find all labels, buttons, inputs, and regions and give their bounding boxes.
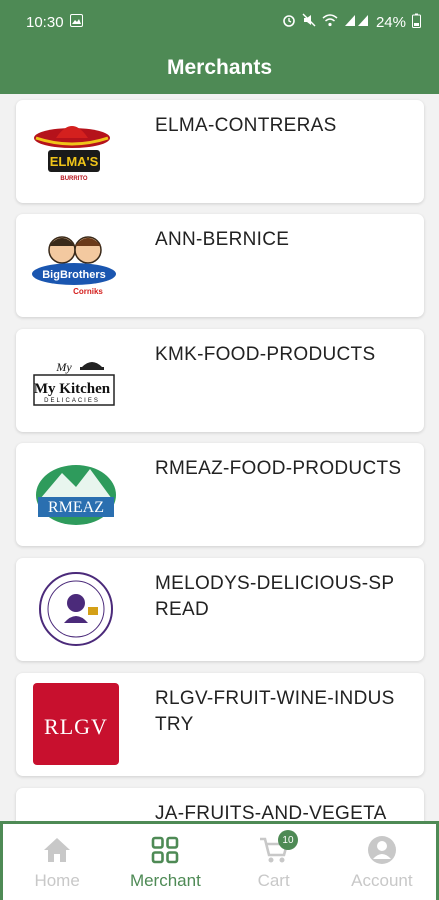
nav-account[interactable]: Account: [328, 824, 436, 900]
merchant-name: JA-FRUITS-AND-VEGETA: [155, 803, 387, 821]
merchant-logo: My My Kitchen DELICACIES: [26, 337, 126, 423]
merchant-card-kmk-food-products[interactable]: My My Kitchen DELICACIES KMK-FOOD-PRODUC…: [16, 329, 424, 432]
merchant-name: RMEAZ-FOOD-PRODUCTS: [155, 458, 402, 479]
merchant-card-melodys-delicious-spread[interactable]: MELODYS-DELICIOUS-SPREAD: [16, 558, 424, 661]
svg-text:Corniks: Corniks: [73, 287, 103, 296]
merchant-card-rlgv-fruit-wine-industry[interactable]: RLGV RLGV-FRUIT-WINE-INDUSTRY: [16, 673, 424, 776]
status-bar: 10:30 24%: [0, 0, 439, 44]
merchant-list[interactable]: ELMA'S BURRITO ELMA-CONTRERAS BigBrother…: [0, 94, 439, 821]
merchant-card-rmeaz-food-products[interactable]: RMEAZ RMEAZ-FOOD-PRODUCTS: [16, 443, 424, 546]
nav-label: Merchant: [129, 871, 201, 890]
svg-text:My: My: [55, 360, 72, 374]
merchant-name: RLGV-FRUIT-WINE-INDUSTRY: [155, 688, 395, 735]
svg-text:DELICACIES: DELICACIES: [44, 398, 100, 404]
image-icon: [69, 13, 83, 31]
merchant-logo: RLGV: [26, 681, 126, 767]
page-title: Merchants: [166, 56, 273, 79]
merchant-name: ELMA-CONTRERAS: [155, 115, 337, 136]
nav-cart[interactable]: 10 Cart: [220, 824, 328, 900]
nav-label: Account: [351, 871, 413, 890]
merchant-card-ann-bernice[interactable]: BigBrothers Corniks ANN-BERNICE: [16, 214, 424, 317]
wifi-icon: [322, 13, 338, 31]
svg-text:BURRITO: BURRITO: [60, 176, 88, 182]
merchant-card-elma-contreras[interactable]: ELMA'S BURRITO ELMA-CONTRERAS: [16, 100, 424, 203]
merchant-logo: [26, 796, 126, 821]
nav-home[interactable]: Home: [3, 824, 111, 900]
nav-label: Cart: [257, 871, 290, 890]
grid-icon: [151, 834, 179, 866]
alarm-icon: [282, 13, 296, 31]
nav-label: Home: [34, 871, 80, 890]
status-time: 10:30: [26, 13, 64, 31]
logo-text: ELMA'S: [50, 154, 99, 169]
merchant-name: KMK-FOOD-PRODUCTS: [155, 344, 376, 365]
home-icon: [42, 834, 72, 866]
merchant-logo: ELMA'S BURRITO: [26, 108, 126, 194]
logo-text: RMEAZ: [48, 499, 104, 516]
logo-text: RLGV: [44, 714, 108, 739]
logo-text: BigBrothers: [42, 269, 106, 281]
battery-icon: [412, 13, 421, 32]
merchant-name: MELODYS-DELICIOUS-SPREAD: [155, 573, 395, 620]
merchant-logo: RMEAZ: [26, 451, 126, 537]
cart-badge: 10: [277, 830, 298, 850]
logo-text: My Kitchen: [34, 381, 111, 397]
nav-merchant[interactable]: Merchant: [111, 824, 219, 900]
merchant-logo: BigBrothers Corniks: [26, 222, 126, 308]
bottom-navigation: Home Merchant 10 Cart Account: [0, 821, 439, 900]
signal-icon: [344, 14, 370, 31]
mute-icon: [302, 13, 316, 31]
merchant-logo: [26, 566, 126, 652]
account-icon: [367, 834, 397, 866]
merchant-card-ja-fruits-and-vegetables[interactable]: JA-FRUITS-AND-VEGETA: [16, 788, 424, 821]
merchant-name: ANN-BERNICE: [155, 229, 290, 250]
status-battery: 24%: [375, 13, 406, 31]
app-header: 10:30 24% Merchants: [0, 0, 439, 94]
